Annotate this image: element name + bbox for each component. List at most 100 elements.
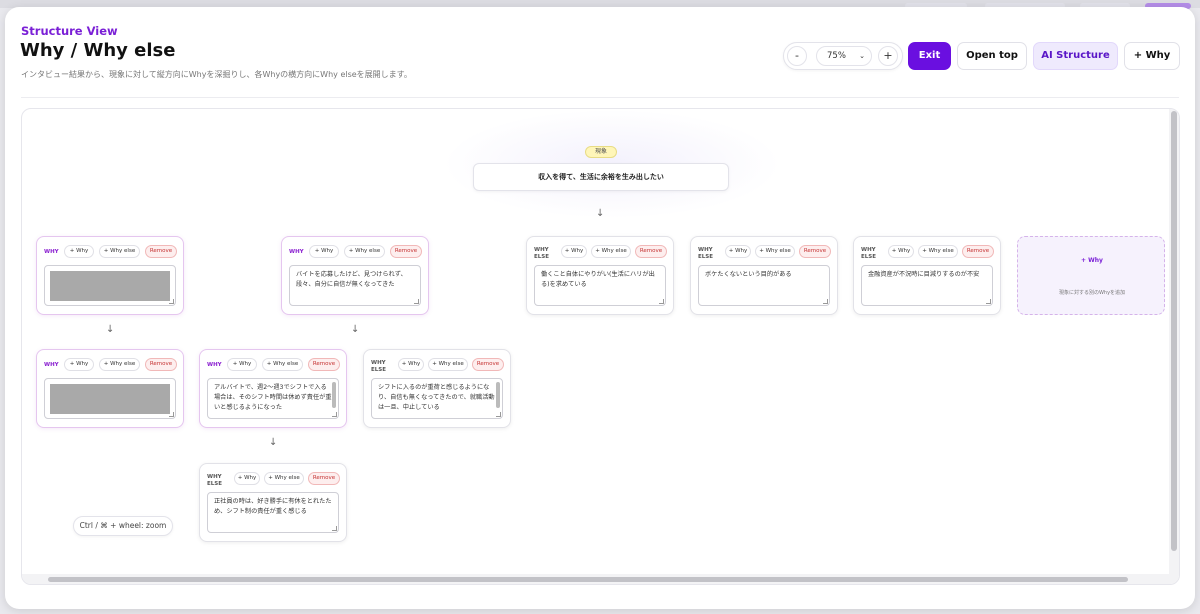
remove-button[interactable]: Remove xyxy=(635,245,667,258)
redacted-block xyxy=(50,271,170,301)
add-why-child-button[interactable]: + Why xyxy=(64,245,94,258)
resize-handle-icon[interactable] xyxy=(414,299,419,304)
add-why-child-button[interactable]: + Why xyxy=(227,358,257,371)
why-else-card: WHY ELSE + Why + Why else Remove ボケたくないという目的… xyxy=(690,236,838,315)
header-divider xyxy=(21,97,1179,98)
chevron-down-icon: ⌄ xyxy=(859,52,865,60)
textarea-scrollbar[interactable] xyxy=(332,382,336,408)
arrow-down-icon: ↓ xyxy=(596,208,605,219)
zoom-control: - 75% ⌄ + xyxy=(783,42,903,70)
remove-button[interactable]: Remove xyxy=(390,245,422,258)
add-why-card-subtitle: 現象に対する別のWhyを追加 xyxy=(1058,290,1126,296)
add-why-child-button[interactable]: + Why xyxy=(64,358,94,371)
card-kind-label: WHY ELSE xyxy=(207,474,222,487)
card-textarea[interactable] xyxy=(44,265,176,306)
vertical-scrollbar-thumb[interactable] xyxy=(1171,111,1177,551)
card-text: ボケたくないという目的がある xyxy=(705,271,792,278)
remove-button[interactable]: Remove xyxy=(962,245,994,258)
add-why-else-button[interactable]: + Why else xyxy=(99,358,140,371)
why-else-card: WHY ELSE + Why + Why else Remove 働くこと自体にやりがい… xyxy=(526,236,674,315)
open-top-button[interactable]: Open top xyxy=(957,42,1027,70)
why-else-card: WHY ELSE + Why + Why else Remove 正社員の時は、好き勝手… xyxy=(199,463,347,542)
add-why-else-button[interactable]: + Why else xyxy=(918,245,958,258)
arrow-down-icon: ↓ xyxy=(106,324,115,335)
card-text: アルバイトで、週2〜週3でシフトで入る場合は、そのシフト時間は休めず責任が重いと… xyxy=(214,384,332,411)
add-why-else-button[interactable]: + Why else xyxy=(755,245,795,258)
add-why-else-button[interactable]: + Why else xyxy=(344,245,385,258)
arrow-down-icon: ↓ xyxy=(351,324,360,335)
add-why-card[interactable]: + Why 現象に対する別のWhyを追加 xyxy=(1017,236,1165,315)
remove-button[interactable]: Remove xyxy=(472,358,504,371)
add-why-child-button[interactable]: + Why xyxy=(561,245,587,258)
resize-handle-icon[interactable] xyxy=(169,299,174,304)
resize-handle-icon[interactable] xyxy=(169,412,174,417)
add-why-else-button[interactable]: + Why else xyxy=(591,245,631,258)
card-text: シフトに入るのが重荷と感じるようになり、自信も無くなってきたので、就職活動は一旦… xyxy=(378,384,495,411)
resize-handle-icon[interactable] xyxy=(332,412,337,417)
structure-canvas[interactable]: 現象 収入を得て、生活に余裕を生み出したい ↓ ↓ ↓ ↓ WHY + Why + … xyxy=(21,108,1180,585)
why-card: WHY + Why + Why else Remove アルバイトで、週2〜週3でシフト… xyxy=(199,349,347,428)
remove-button[interactable]: Remove xyxy=(145,358,177,371)
resize-handle-icon[interactable] xyxy=(823,299,828,304)
add-why-child-button[interactable]: + Why xyxy=(888,245,914,258)
add-why-else-button[interactable]: + Why else xyxy=(428,358,468,371)
zoom-in-button[interactable]: + xyxy=(878,46,898,66)
ai-structure-button[interactable]: AI Structure xyxy=(1033,42,1118,70)
card-kind-label: WHY ELSE xyxy=(861,247,876,260)
card-text: 金融資産が不況時に目減りするのが不安 xyxy=(868,271,980,278)
zoom-value: 75% xyxy=(827,51,846,61)
card-text: 正社員の時は、好き勝手に有休をとれたため、シフト制の責任が重く感じる xyxy=(214,498,332,515)
card-textarea[interactable]: 働くこと自体にやりがい(生活にハリが出る)を求めている xyxy=(534,265,666,306)
card-textarea[interactable]: 金融資産が不況時に目減りするのが不安 xyxy=(861,265,993,306)
resize-handle-icon[interactable] xyxy=(332,526,337,531)
card-text: 働くこと自体にやりがい(生活にハリが出る)を求めている xyxy=(541,271,655,288)
card-kind-label: WHY xyxy=(207,362,222,368)
add-why-else-button[interactable]: + Why else xyxy=(264,472,304,485)
zoom-select[interactable]: 75% ⌄ xyxy=(816,46,872,66)
card-textarea[interactable]: シフトに入るのが重荷と感じるようになり、自信も無くなってきたので、就職活動は一旦… xyxy=(371,378,503,419)
add-why-else-button[interactable]: + Why else xyxy=(262,358,303,371)
add-why-child-button[interactable]: + Why xyxy=(309,245,339,258)
card-textarea[interactable]: 正社員の時は、好き勝手に有休をとれたため、シフト制の責任が重く感じる xyxy=(207,492,339,533)
card-textarea[interactable] xyxy=(44,378,176,419)
card-kind-label: WHY ELSE xyxy=(698,247,713,260)
zoom-hint: Ctrl / ⌘ + wheel: zoom xyxy=(73,516,173,536)
add-why-child-button[interactable]: + Why xyxy=(234,472,260,485)
remove-button[interactable]: Remove xyxy=(308,358,340,371)
card-kind-label: WHY xyxy=(44,249,59,255)
add-why-else-button[interactable]: + Why else xyxy=(99,245,140,258)
remove-button[interactable]: Remove xyxy=(145,245,177,258)
card-textarea[interactable]: バイトを応募したけど、見つけられず、段々、自分に自信が無くなってきた xyxy=(289,265,421,306)
resize-handle-icon[interactable] xyxy=(659,299,664,304)
redacted-block xyxy=(50,384,170,414)
why-card: WHY + Why + Why else Remove バイトを応募したけど、見つけられ… xyxy=(281,236,429,315)
resize-handle-icon[interactable] xyxy=(986,299,991,304)
page-title: Why / Why else xyxy=(20,40,176,61)
add-why-child-button[interactable]: + Why xyxy=(398,358,424,371)
why-else-card: WHY ELSE + Why + Why else Remove シフトに入るのが重荷と… xyxy=(363,349,511,428)
resize-handle-icon[interactable] xyxy=(496,412,501,417)
arrow-down-icon: ↓ xyxy=(269,437,278,448)
eyebrow-label: Structure View xyxy=(21,24,118,38)
remove-button[interactable]: Remove xyxy=(308,472,340,485)
add-why-card-title: + Why xyxy=(1081,257,1103,264)
card-text: バイトを応募したけど、見つけられず、段々、自分に自信が無くなってきた xyxy=(296,271,407,288)
zoom-out-button[interactable]: - xyxy=(787,46,807,66)
card-kind-label: WHY xyxy=(44,362,59,368)
remove-button[interactable]: Remove xyxy=(799,245,831,258)
add-why-button[interactable]: + Why xyxy=(1124,42,1180,70)
textarea-scrollbar[interactable] xyxy=(496,382,500,408)
card-textarea[interactable]: アルバイトで、週2〜週3でシフトで入る場合は、そのシフト時間は休めず責任が重いと… xyxy=(207,378,339,419)
exit-button[interactable]: Exit xyxy=(908,42,951,70)
card-kind-label: WHY ELSE xyxy=(534,247,549,260)
card-kind-label: WHY ELSE xyxy=(371,360,386,373)
horizontal-scrollbar[interactable] xyxy=(22,574,1171,584)
vertical-scrollbar[interactable] xyxy=(1169,109,1179,584)
add-why-child-button[interactable]: + Why xyxy=(725,245,751,258)
card-textarea[interactable]: ボケたくないという目的がある xyxy=(698,265,830,306)
phenomenon-badge: 現象 xyxy=(585,146,617,158)
why-card: WHY + Why + Why else Remove xyxy=(36,349,184,428)
phenomenon-card[interactable]: 収入を得て、生活に余裕を生み出したい xyxy=(473,163,729,191)
horizontal-scrollbar-thumb[interactable] xyxy=(48,577,1128,582)
structure-view-modal: Structure View Why / Why else インタビュー結果から… xyxy=(5,7,1195,609)
